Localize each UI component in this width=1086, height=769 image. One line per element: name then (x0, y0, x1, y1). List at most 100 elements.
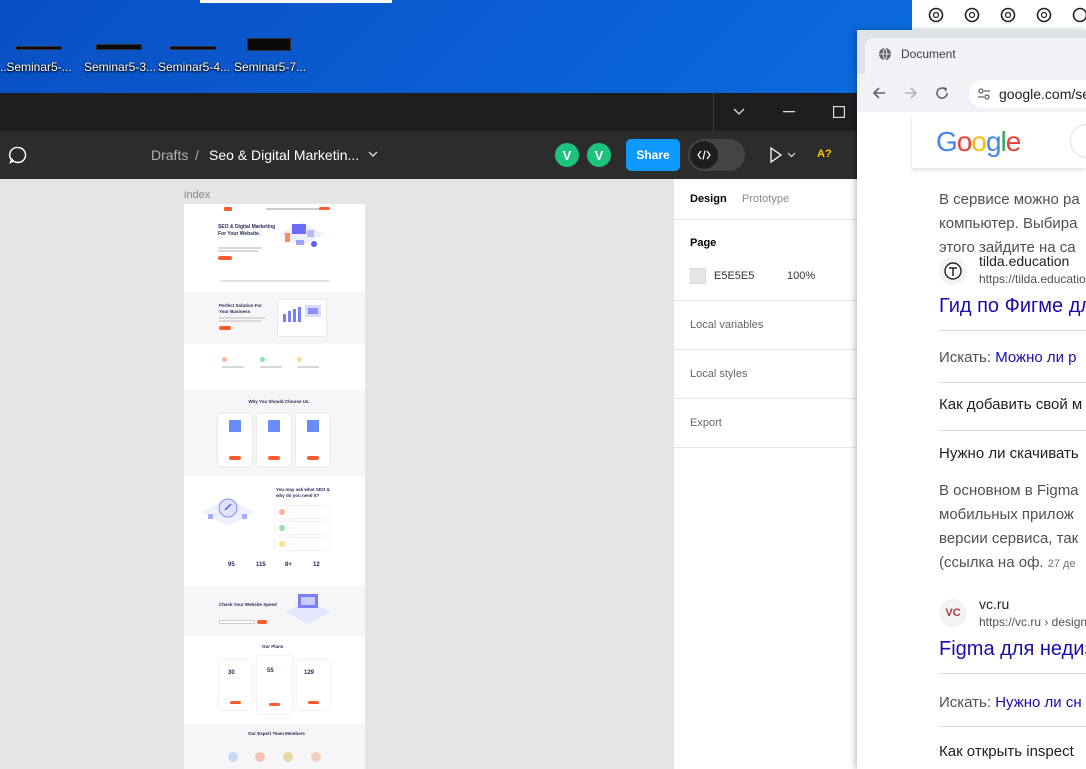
pinned-tabs-strip (912, 0, 1086, 30)
browser-tab[interactable]: Document (865, 38, 1086, 74)
avatar (311, 752, 321, 762)
tab-prototype[interactable]: Prototype (742, 193, 789, 205)
question-item[interactable]: Нужно ли скачивать (939, 445, 1079, 462)
file-thumbnail (16, 46, 62, 50)
hero-section: SEO & Digital Marketing For Your Website… (184, 204, 365, 292)
seo-item (276, 522, 330, 534)
plan-button (230, 701, 241, 704)
hero-illustration (276, 218, 328, 258)
features-row (184, 344, 365, 390)
speed-button (257, 620, 267, 624)
google-logo[interactable]: Google (936, 126, 1021, 158)
ask-link[interactable]: Нужно ли сн (995, 694, 1081, 711)
reload-icon[interactable] (934, 85, 950, 106)
design-canvas[interactable]: index SEO & Digital Marketing For Your W… (0, 179, 673, 769)
hero-title: SEO & Digital Marketing For Your Website… (218, 224, 276, 237)
avatar (255, 752, 265, 762)
feature-text (222, 366, 244, 368)
file-name[interactable]: Seo & Digital Marketin... (209, 147, 359, 163)
why-section: Why You Should Choose Us. (184, 390, 365, 476)
plan-button (308, 701, 319, 704)
answer-text: (ссылка на оф. (939, 554, 1044, 571)
ask-suggestion[interactable]: Искать: Нужно ли сн (939, 694, 1082, 711)
question-item[interactable]: Как добавить свой м (939, 396, 1082, 413)
desktop-icon[interactable]: Seminar5-3... (84, 36, 156, 76)
section-title: You may ask what SEO & why do you need i… (276, 487, 330, 498)
avatar (228, 752, 238, 762)
question-item[interactable]: Как открыть inspect (939, 743, 1074, 760)
comment-icon[interactable] (8, 145, 28, 165)
desktop-icon[interactable]: Seminar5-7... (234, 36, 306, 76)
desktop-icon-label: Seminar5-4... (158, 60, 231, 74)
tab-design[interactable]: Design (690, 193, 727, 205)
avatar[interactable]: V (555, 143, 579, 167)
present-play-icon[interactable] (768, 146, 798, 164)
minimize-button[interactable] (778, 101, 800, 123)
page-color-value[interactable]: E5E5E5 (714, 270, 754, 282)
chatgpt-icon[interactable] (1000, 7, 1016, 23)
section-button (219, 326, 231, 330)
window-title-bar (0, 93, 914, 131)
chatgpt-icon[interactable] (1036, 7, 1052, 23)
plan-card: 30 (219, 660, 252, 710)
desktop-icon[interactable]: Seminar5-... (4, 36, 74, 76)
feature-icon (297, 357, 302, 362)
result-url[interactable]: https://tilda.educatio (979, 272, 1086, 286)
chevron-down-icon[interactable] (728, 101, 750, 123)
back-arrow-icon[interactable] (871, 85, 887, 106)
desktop-icon[interactable]: Seminar5-4... (158, 36, 231, 76)
chevron-down-icon[interactable] (368, 146, 378, 164)
page-color-swatch[interactable] (690, 268, 706, 284)
site-info-icon[interactable] (977, 87, 991, 106)
divider (939, 430, 1086, 431)
code-icon (690, 141, 718, 169)
accessibility-check-label[interactable]: A? (817, 148, 832, 160)
section-text-line (219, 317, 265, 319)
url-field[interactable]: google.com/se (969, 80, 1086, 108)
plan-price: 55 (267, 668, 274, 674)
answer-line: версии сервиса, так (939, 530, 1079, 547)
chatgpt-icon[interactable] (1072, 7, 1086, 23)
export-title[interactable]: Export (690, 417, 722, 429)
hero-text-line (218, 247, 262, 249)
search-input[interactable] (1070, 124, 1086, 158)
card-button (229, 456, 241, 460)
chrome-address-bar: google.com/se (857, 74, 1086, 112)
result-title-link[interactable]: Гид по Фигме дл (939, 295, 1086, 318)
result-url[interactable]: https://vc.ru › design (979, 615, 1086, 629)
section-title: Perfect Solution For Your Business (219, 303, 263, 314)
card-button (307, 456, 319, 460)
breadcrumb-drafts[interactable]: Drafts (151, 147, 188, 163)
frame-label[interactable]: index (184, 189, 210, 201)
desktop-icon-label: Seminar5-... (6, 60, 72, 74)
share-button[interactable]: Share (626, 139, 680, 171)
ask-link[interactable]: Можно ли р (995, 349, 1076, 366)
result-site-name[interactable]: tilda.education (979, 253, 1069, 269)
result-title-link[interactable]: Figma для недиз (939, 638, 1086, 661)
result-site-name[interactable]: vc.ru (979, 596, 1009, 612)
snippet-line: компьютер. Выбира (939, 215, 1078, 232)
card-illustration (307, 420, 319, 432)
dashboard-illustration (278, 300, 326, 336)
avatar (283, 752, 293, 762)
vc-favicon-icon[interactable]: VC (939, 599, 967, 627)
ask-suggestion[interactable]: Искать: Можно ли р (939, 349, 1077, 366)
chatgpt-icon[interactable] (928, 7, 944, 23)
local-variables-title[interactable]: Local variables (690, 319, 763, 331)
snippet-text: В сервисе можно ра (939, 191, 1080, 208)
frame-index[interactable]: SEO & Digital Marketing For Your Website… (184, 204, 365, 769)
team-section: Our Expert Team Members (184, 724, 365, 769)
local-styles-title[interactable]: Local styles (690, 368, 747, 380)
stat-value: 12 (313, 562, 320, 568)
chrome-window: Document google.com/se Google В сервисе … (857, 30, 1086, 769)
speed-input (219, 620, 255, 624)
partner-logos (220, 280, 330, 282)
chatgpt-icon[interactable] (964, 7, 980, 23)
plan-price: 30 (228, 670, 235, 676)
forward-arrow-icon[interactable] (903, 85, 919, 106)
tilda-favicon-icon[interactable] (939, 257, 967, 285)
dev-mode-toggle[interactable] (688, 139, 745, 171)
maximize-button[interactable] (828, 101, 850, 123)
page-opacity-value[interactable]: 100% (787, 270, 815, 282)
avatar[interactable]: V (587, 143, 611, 167)
